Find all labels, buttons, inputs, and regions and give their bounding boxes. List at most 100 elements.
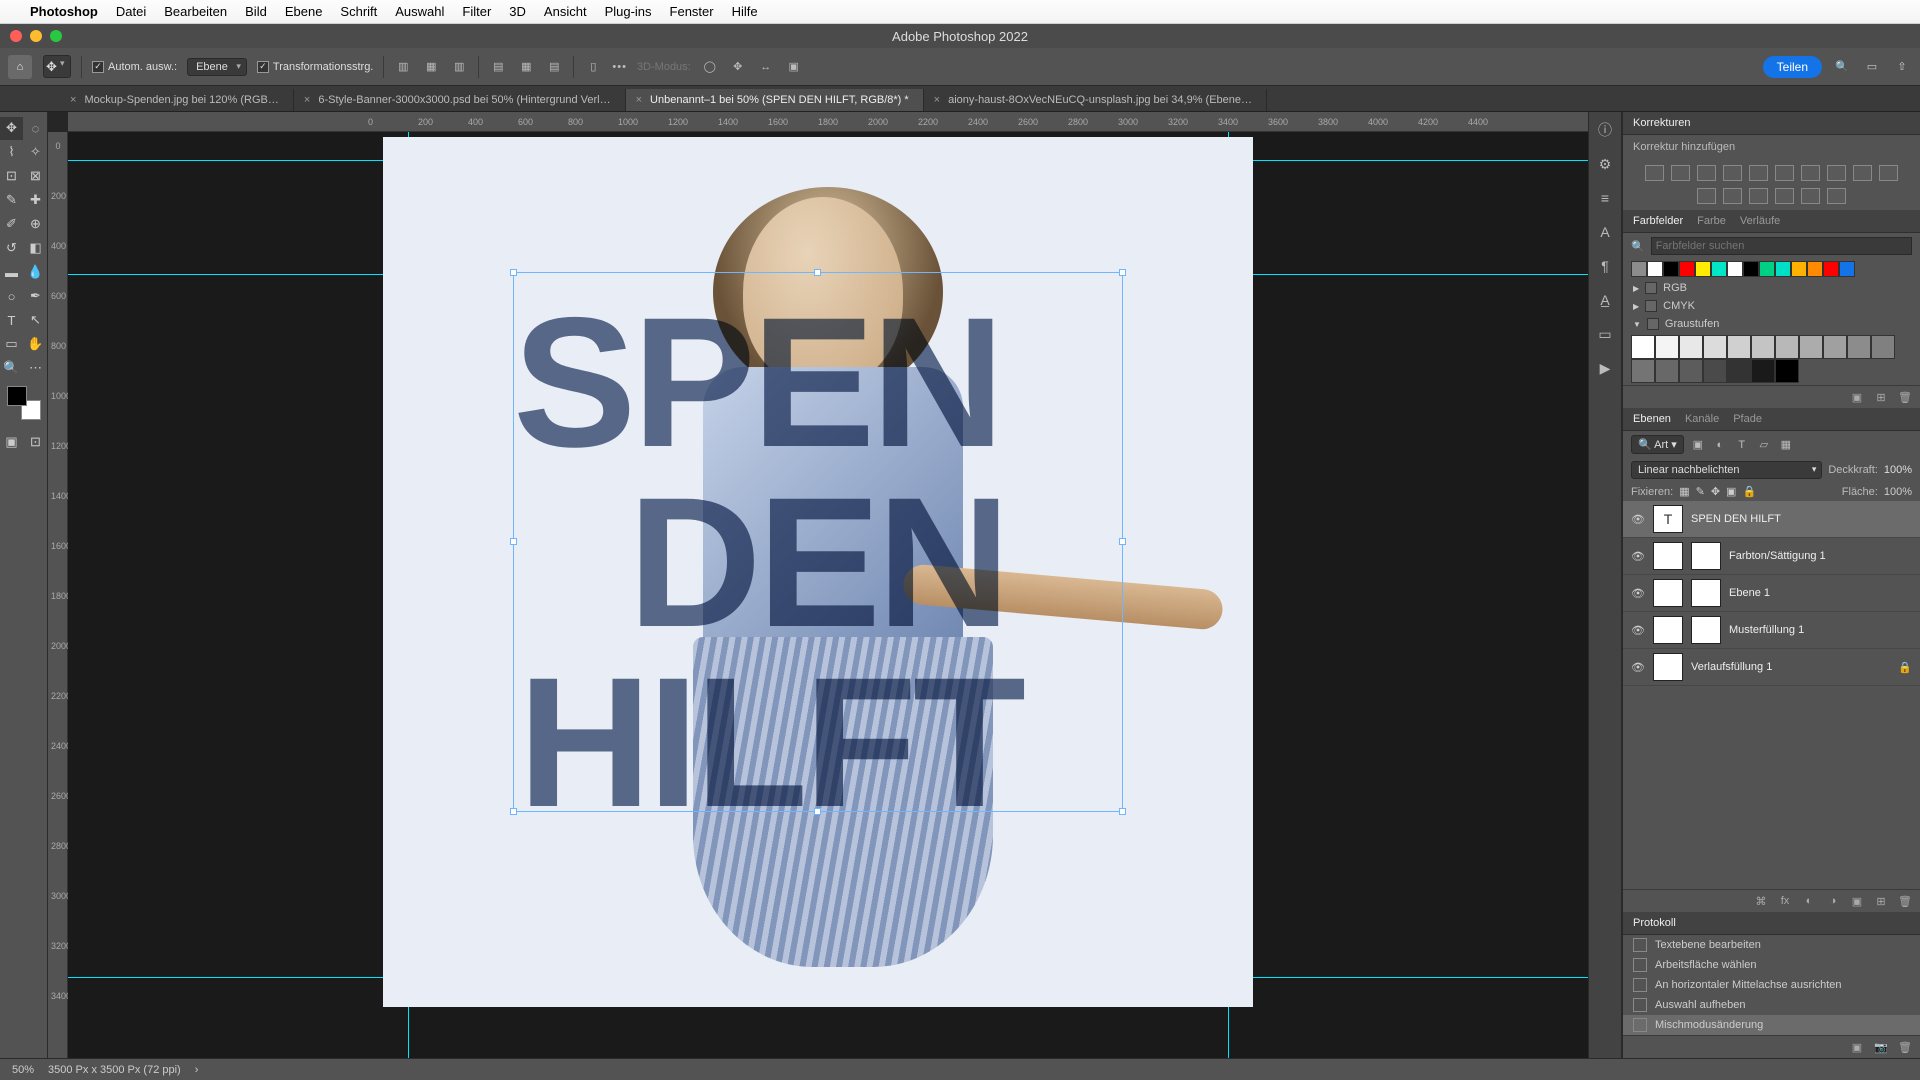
close-window-icon[interactable] (10, 30, 22, 42)
pen-tool-icon[interactable]: ✒ (24, 285, 47, 308)
swatch[interactable] (1799, 335, 1823, 359)
channels-tab[interactable]: Kanäle (1685, 413, 1719, 425)
swatch-search-input[interactable] (1651, 237, 1912, 255)
new-layer-icon[interactable]: ⊞ (1874, 894, 1888, 908)
swatch[interactable] (1775, 261, 1791, 277)
layer-thumbnail[interactable] (1653, 653, 1683, 681)
quickmask-icon[interactable]: ▣ (0, 431, 23, 454)
visibility-icon[interactable]: 👁 (1631, 512, 1645, 526)
selective-adjust-icon[interactable] (1801, 188, 1820, 204)
align-left-icon[interactable]: ▥ (394, 58, 412, 76)
swatch[interactable] (1679, 261, 1695, 277)
swatches-tab[interactable]: Farbfelder (1633, 215, 1683, 227)
filter-shape-icon[interactable]: ▱ (1756, 437, 1772, 453)
color-tab[interactable]: Farbe (1697, 215, 1726, 227)
doc-tab-active[interactable]: ×Unbenannt–1 bei 50% (SPEN DEN HILFT, RG… (626, 89, 924, 111)
new-group-icon[interactable]: ▣ (1850, 894, 1864, 908)
layer-row[interactable]: 👁Farbton/Sättigung 1 (1623, 538, 1920, 575)
lasso-tool-icon[interactable]: ⌇ (0, 141, 23, 164)
align-right-icon[interactable]: ▥ (450, 58, 468, 76)
auto-select-checkbox[interactable]: ✓Autom. ausw.: (92, 61, 177, 73)
close-tab-icon[interactable]: × (636, 94, 642, 106)
add-mask-icon[interactable]: ◐ (1802, 894, 1816, 908)
transform-handle[interactable] (510, 538, 517, 545)
layer-row[interactable]: 👁 Ebene 1 (1623, 575, 1920, 612)
menu-ansicht[interactable]: Ansicht (544, 4, 587, 19)
screenmode-icon[interactable]: ⊡ (24, 431, 47, 454)
link-layers-icon[interactable]: ⌘ (1754, 894, 1768, 908)
gradient-tool-icon[interactable]: ▬ (0, 261, 23, 284)
paragraph-panel-icon[interactable]: ¶ (1595, 256, 1615, 276)
transform-handle[interactable] (510, 269, 517, 276)
swatch[interactable] (1631, 335, 1655, 359)
history-item[interactable]: Arbeitsfläche wählen (1623, 955, 1920, 975)
history-panel-header[interactable]: Protokoll (1623, 912, 1920, 935)
new-adjustment-icon[interactable]: ◑ (1826, 894, 1840, 908)
swatch[interactable] (1703, 359, 1727, 383)
photofilter-adjust-icon[interactable] (1853, 165, 1872, 181)
canvas[interactable]: SPEN DEN HILFT (68, 132, 1588, 1058)
path-select-icon[interactable]: ↖ (24, 309, 47, 332)
doc-tab[interactable]: ×6-Style-Banner-3000x3000.psd bei 50% (H… (294, 89, 626, 111)
hue-adjust-icon[interactable] (1775, 165, 1794, 181)
transform-handle[interactable] (510, 808, 517, 815)
swatch[interactable] (1807, 261, 1823, 277)
lock-nest-icon[interactable]: ▣ (1726, 485, 1736, 498)
swatch-group-rgb[interactable]: ▶RGB (1623, 279, 1920, 297)
swatch[interactable] (1655, 359, 1679, 383)
canvas-area[interactable]: 0200400600800100012001400160018002000220… (48, 112, 1588, 1058)
swatch[interactable] (1743, 261, 1759, 277)
align-bottom-icon[interactable]: ▤ (545, 58, 563, 76)
swatch[interactable] (1631, 261, 1647, 277)
layer-thumbnail[interactable] (1653, 542, 1683, 570)
fill-value[interactable]: 100% (1884, 486, 1912, 498)
swatch[interactable] (1823, 261, 1839, 277)
adjustments-panel-header[interactable]: Korrekturen (1623, 112, 1920, 135)
swatches-panel-header[interactable]: Farbfelder Farbe Verläufe (1623, 210, 1920, 233)
new-doc-from-state-icon[interactable]: ▣ (1850, 1040, 1864, 1054)
visibility-icon[interactable]: 👁 (1631, 586, 1645, 600)
share-button[interactable]: Teilen (1763, 56, 1822, 78)
swatch[interactable] (1679, 335, 1703, 359)
swatch-group-grayscale[interactable]: ▼Graustufen (1623, 315, 1920, 333)
layers-panel-header[interactable]: Ebenen Kanäle Pfade (1623, 408, 1920, 431)
menu-fenster[interactable]: Fenster (670, 4, 714, 19)
invert-adjust-icon[interactable] (1723, 188, 1742, 204)
marquee-tool-icon[interactable]: ◌ (24, 117, 47, 140)
stamp-tool-icon[interactable]: ⊕ (24, 213, 47, 236)
swatch[interactable] (1647, 261, 1663, 277)
healing-tool-icon[interactable]: ✚ (24, 189, 47, 212)
transform-handle[interactable] (1119, 269, 1126, 276)
ruler-horizontal[interactable]: 0200400600800100012001400160018002000220… (68, 112, 1588, 132)
swatch[interactable] (1751, 359, 1775, 383)
move-tool-icon[interactable]: ✥ (43, 55, 71, 78)
doc-tab[interactable]: ×aiony-haust-8OxVecNEuCQ-unsplash.jpg be… (924, 89, 1267, 111)
filter-smart-icon[interactable]: ▦ (1778, 437, 1794, 453)
adjustments-tab[interactable]: Korrekturen (1633, 117, 1690, 129)
menu-filter[interactable]: Filter (462, 4, 491, 19)
menu-ebene[interactable]: Ebene (285, 4, 323, 19)
hand-tool-icon[interactable]: ✋ (24, 333, 47, 356)
channelmix-adjust-icon[interactable] (1879, 165, 1898, 181)
history-item[interactable]: Mischmodusänderung (1623, 1015, 1920, 1035)
menu-datei[interactable]: Datei (116, 4, 146, 19)
layer-thumbnail[interactable] (1653, 579, 1683, 607)
wand-tool-icon[interactable]: ✧ (24, 141, 47, 164)
new-swatch-icon[interactable]: ⊞ (1874, 390, 1888, 404)
eyedropper-tool-icon[interactable]: ✎ (0, 189, 23, 212)
transform-handle[interactable] (1119, 538, 1126, 545)
colorbal-adjust-icon[interactable] (1801, 165, 1820, 181)
brightness-adjust-icon[interactable] (1645, 165, 1664, 181)
posterize-adjust-icon[interactable] (1749, 188, 1768, 204)
layer-row[interactable]: 👁Verlaufsfüllung 1🔒 (1623, 649, 1920, 686)
layer-row[interactable]: 👁Musterfüllung 1 (1623, 612, 1920, 649)
swatch[interactable] (1695, 261, 1711, 277)
layer-name[interactable]: Ebene 1 (1729, 587, 1912, 599)
history-item[interactable]: An horizontaler Mittelachse ausrichten (1623, 975, 1920, 995)
swatch[interactable] (1839, 261, 1855, 277)
color-swatches[interactable] (7, 386, 41, 420)
history-item[interactable]: Textebene bearbeiten (1623, 935, 1920, 955)
layers-tab[interactable]: Ebenen (1633, 413, 1671, 425)
delete-layer-icon[interactable]: 🗑 (1898, 894, 1912, 908)
document-info[interactable]: 3500 Px x 3500 Px (72 ppi) (48, 1064, 181, 1076)
